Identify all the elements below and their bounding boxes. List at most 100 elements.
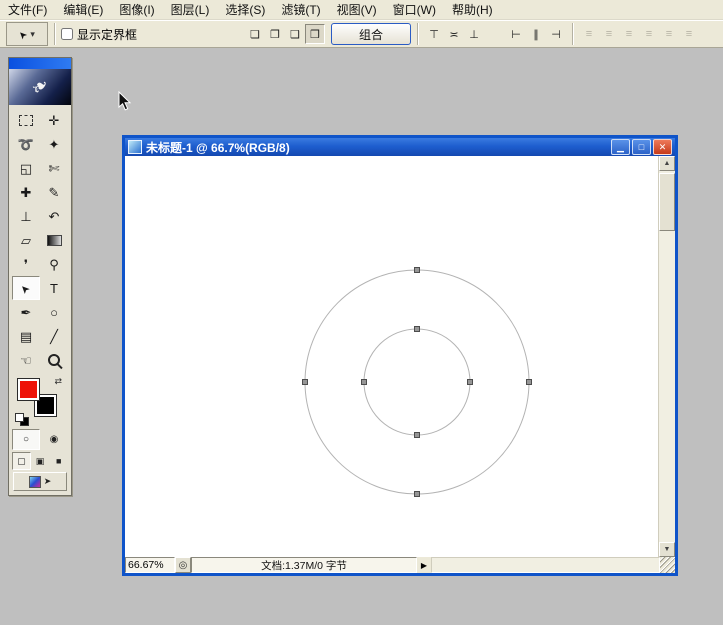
rect-marquee-tool[interactable]	[12, 108, 40, 132]
vertical-scrollbar[interactable]: ▲ ▼	[658, 156, 675, 557]
menu-window[interactable]: 窗口(W)	[385, 0, 444, 19]
window-controls: ▁ □ ✕	[611, 139, 672, 155]
zoom-icon	[48, 354, 60, 366]
standard-mode-button[interactable]: ○	[12, 429, 40, 450]
align-right-button[interactable]: ⊣	[546, 24, 566, 44]
eraser-tool[interactable]: ▱	[12, 228, 40, 252]
history-brush-icon: ↶	[49, 210, 60, 223]
canvas-area[interactable]	[125, 156, 658, 557]
tool-options-bar: ➤ ▾ 显示定界框 ❏ ❐ ❑ ❒ 组合 ⊤ ≍ ⊥ ⊢ ∥ ⊣ ≡ ≡ ≡ ≡…	[0, 20, 723, 48]
align-left-button[interactable]: ⊢	[506, 24, 526, 44]
tool-preset-picker[interactable]: ➤ ▾	[6, 22, 48, 46]
menu-help[interactable]: 帮助(H)	[444, 0, 501, 19]
status-icon-button[interactable]: ◎	[175, 557, 191, 573]
align-bottom-button[interactable]: ⊥	[464, 24, 484, 44]
shape-add-button[interactable]: ❏	[245, 24, 265, 44]
document-status-bar: ◎ 文档:1.37M/0 字节 ▶	[125, 557, 675, 573]
distribute-button: ≡	[679, 24, 699, 44]
menu-layer[interactable]: 图层(L)	[163, 0, 218, 19]
imageready-row: ➤	[12, 472, 68, 491]
eraser-icon: ▱	[21, 234, 31, 247]
type-tool[interactable]: T	[40, 276, 68, 300]
quick-mask-button[interactable]: ◉	[40, 429, 68, 450]
shape-subtract-icon: ❐	[270, 28, 280, 41]
distribute-icon: ≡	[686, 28, 692, 40]
status-icon: ◎	[179, 560, 188, 571]
lasso-tool[interactable]: ➰	[12, 132, 40, 156]
imageready-button[interactable]: ➤	[13, 472, 67, 491]
shape-intersect-button[interactable]: ❑	[285, 24, 305, 44]
notes-tool[interactable]: ▤	[12, 324, 40, 348]
resize-grip[interactable]	[660, 557, 675, 573]
distribute-button: ≡	[639, 24, 659, 44]
toolbox-title-bar[interactable]	[9, 58, 71, 69]
dodge-tool[interactable]: ⚲	[40, 252, 68, 276]
mask-mode-group: ○ ◉	[12, 429, 68, 450]
zoom-input[interactable]	[126, 559, 174, 571]
distribute-icon: ≡	[606, 28, 612, 40]
distribute-icon: ≡	[646, 28, 652, 40]
gradient-icon	[47, 235, 62, 246]
default-colors-button[interactable]	[15, 413, 29, 425]
maximize-button[interactable]: □	[632, 139, 651, 155]
fullscreen-icon: ■	[56, 456, 61, 466]
eyedropper-icon: ╱	[50, 330, 58, 343]
menu-filter[interactable]: 滤镜(T)	[273, 0, 328, 19]
show-bounds-checkbox[interactable]	[61, 28, 73, 40]
eyedropper-tool[interactable]: ╱	[40, 324, 68, 348]
crop-tool[interactable]: ◱	[12, 156, 40, 180]
shape-tool[interactable]: ○	[40, 300, 68, 324]
align-middle-button[interactable]: ≍	[444, 24, 464, 44]
menu-view[interactable]: 视图(V)	[329, 0, 385, 19]
healing-brush-tool[interactable]: ✚	[12, 180, 40, 204]
photoshop-logo: ❧	[9, 69, 71, 105]
healing-brush-icon: ✚	[21, 186, 32, 199]
minimize-button[interactable]: ▁	[611, 139, 630, 155]
feather-icon: ❧	[27, 74, 53, 100]
marquee-icon	[19, 115, 33, 126]
pen-icon: ✒	[21, 306, 32, 319]
brush-tool[interactable]: ✎	[40, 180, 68, 204]
shape-exclude-button[interactable]: ❒	[305, 24, 325, 44]
align-center-button[interactable]: ∥	[526, 24, 546, 44]
combine-button[interactable]: 组合	[331, 23, 411, 45]
switch-colors-icon[interactable]: ⇄	[54, 376, 62, 387]
menu-image[interactable]: 图像(I)	[111, 0, 162, 19]
zoom-field-wrap	[125, 557, 175, 573]
distribute-group: ≡ ≡ ≡ ≡ ≡ ≡	[579, 24, 699, 44]
status-expand-button[interactable]: ▶	[417, 557, 431, 573]
gradient-tool[interactable]	[40, 228, 68, 252]
document-title-bar[interactable]: 未标题-1 @ 66.7%(RGB/8) ▁ □ ✕	[125, 138, 675, 156]
close-button[interactable]: ✕	[653, 139, 672, 155]
show-bounds-label: 显示定界框	[77, 26, 137, 43]
horizontal-scrollbar[interactable]	[431, 557, 660, 573]
clone-stamp-icon: ⊥	[20, 210, 31, 223]
clone-stamp-tool[interactable]: ⊥	[12, 204, 40, 228]
fullscreen-button[interactable]: ■	[49, 452, 68, 470]
menu-edit[interactable]: 编辑(E)	[55, 0, 111, 19]
scroll-up-button[interactable]: ▲	[659, 156, 675, 171]
scroll-down-button[interactable]: ▼	[659, 542, 675, 557]
align-top-button[interactable]: ⊤	[424, 24, 444, 44]
slice-tool[interactable]: ✄	[40, 156, 68, 180]
magic-wand-tool[interactable]: ✦	[40, 132, 68, 156]
hand-tool[interactable]: ☜	[12, 348, 40, 372]
standard-screen-button[interactable]: ▢	[12, 452, 31, 470]
align-center-icon: ∥	[533, 28, 539, 41]
shape-subtract-button[interactable]: ❐	[265, 24, 285, 44]
foreground-swatch[interactable]	[17, 378, 40, 401]
history-brush-tool[interactable]: ↶	[40, 204, 68, 228]
pen-tool[interactable]: ✒	[12, 300, 40, 324]
blur-tool[interactable]: ❜	[12, 252, 40, 276]
scroll-track[interactable]	[659, 171, 675, 542]
menu-select[interactable]: 选择(S)	[217, 0, 273, 19]
quick-mask-icon: ◉	[50, 434, 59, 445]
fullscreen-menubar-button[interactable]: ▣	[31, 452, 50, 470]
canvas-drawing[interactable]	[125, 156, 658, 557]
scroll-thumb[interactable]	[659, 173, 675, 231]
menu-file[interactable]: 文件(F)	[0, 0, 55, 19]
path-select-tool[interactable]: ➤	[12, 276, 40, 300]
zoom-tool[interactable]	[40, 348, 68, 372]
move-tool[interactable]: ✛	[40, 108, 68, 132]
align-vertical-group: ⊤ ≍ ⊥	[424, 24, 484, 44]
